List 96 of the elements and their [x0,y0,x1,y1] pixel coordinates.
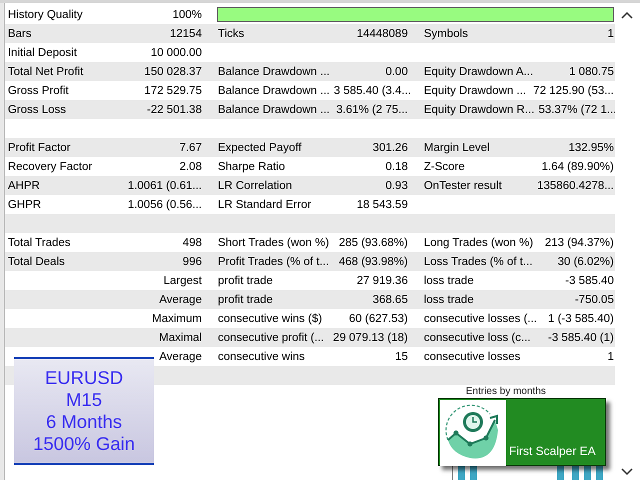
stat-value: 1 [607,350,614,362]
promo-text: M15 [66,389,102,411]
stat-value: 10 000.00 [150,46,202,58]
stat-value: 0.18 [385,160,408,172]
stat-label: consecutive loss (c... [424,332,531,344]
stat-value: -22 501.38 [146,104,202,116]
stat-label: GHPR [8,198,42,210]
stat-label: Ticks [218,28,244,40]
stat-value: 100% [172,8,202,20]
stat-label: profit trade [218,274,273,286]
stat-label: Sharpe Ratio [218,160,285,172]
stat-value: 132.95% [568,142,614,154]
stat-value: 135860.4278... [537,180,614,192]
stat-value: 0.93 [385,180,408,192]
stat-label: consecutive losses (... [424,312,537,324]
stat-value: 172 529.75 [144,84,202,96]
stat-label: Expected Payoff [218,142,302,154]
row-heading: Maximum [152,312,202,324]
stat-value: -3 585.40 [565,274,614,286]
stat-label: Symbols [424,28,468,40]
row-heading: Average [159,294,202,306]
stat-value: 14448089 [356,28,408,40]
stat-value: 498 [182,236,202,248]
stat-value: 2.08 [179,160,202,172]
stat-value: 27 919.36 [356,274,408,286]
stat-value: 1 080.75 [569,66,614,78]
stat-value: -3 585.40 (1) [548,332,614,344]
stat-label: Recovery Factor [8,160,92,172]
stat-value: 1 (-3 585.40) [548,312,614,324]
logo-icon [440,400,506,466]
stat-label: Short Trades (won %) [218,236,330,248]
stat-label: loss trade [424,274,474,286]
scroll-down-icon[interactable] [621,468,634,476]
stat-label: History Quality [8,8,83,20]
stat-label: Bars [8,28,32,40]
stat-label: LR Correlation [218,180,292,192]
stat-value: 285 (93.68%) [338,236,408,248]
stat-label: Balance Drawdown ... [218,84,330,96]
promo-text: 1500% Gain [33,433,135,455]
stat-value: 1.64 (89.90%) [542,160,614,172]
stat-label: Long Trades (won %) [424,236,534,248]
row-heading: Average [159,350,202,362]
stat-value: 3 585.40 (3.4... [334,84,412,96]
stat-label: Total Trades [8,236,71,248]
stat-label: AHPR [8,180,40,192]
stat-label: Equity Drawdown ... [424,84,526,96]
promo-text: 6 Months [46,411,122,433]
stat-label: Equity Drawdown A... [424,66,534,78]
stat-label: Initial Deposit [8,46,77,58]
stat-value: 60 (627.53) [349,312,408,324]
stat-label: Total Net Profit [8,66,84,78]
stat-label: Profit Factor [8,142,70,154]
stat-value: 368.65 [372,294,408,306]
stat-value: 7.67 [179,142,202,154]
stat-label: LR Standard Error [218,198,312,210]
stat-label: loss trade [424,294,474,306]
stat-label: Balance Drawdown ... [218,66,330,78]
stat-value: 150 028.37 [144,66,202,78]
stat-label: Gross Profit [8,84,69,96]
promo-text: EURUSD [44,367,124,389]
stat-value: 1.0056 (0.56... [128,198,202,210]
stat-value: 996 [182,256,202,268]
banner-title: First Scalper EA [509,444,596,460]
stat-label: consecutive profit (... [218,332,324,344]
stat-label: Equity Drawdown R... [424,104,534,116]
stat-label: profit trade [218,294,273,306]
stat-label: Balance Drawdown ... [218,104,330,116]
stat-value: 1 [607,28,614,40]
stat-value: 301.26 [372,142,408,154]
stat-value: 213 (94.37%) [544,236,614,248]
row-heading: Largest [164,274,202,286]
stat-label: consecutive losses [424,350,520,362]
stat-value: 3.61% (2 75... [336,104,408,116]
stat-value: 0.00 [385,66,408,78]
scroll-up-icon[interactable] [621,11,634,19]
stat-value: 29 079.13 (18) [333,332,408,344]
stat-value: 468 (93.98%) [338,256,408,268]
stat-label: OnTester result [424,180,502,192]
chart-title: Entries by months [466,386,546,397]
stat-label: Total Deals [8,256,65,268]
stat-value: 72 125.90 (53... [533,84,614,96]
row-heading: Maximal [159,332,202,344]
stat-label: Margin Level [424,142,490,154]
stat-value: 18 543.59 [356,198,408,210]
stat-label: Loss Trades (% of t... [424,256,533,268]
stat-value: 12154 [170,28,202,40]
stat-label: consecutive wins [218,350,305,362]
stat-value: 1.0061 (0.61... [128,180,202,192]
stat-value: -750.05 [574,294,614,306]
stat-label: Z-Score [424,160,465,172]
stat-value: 30 (6.02%) [558,256,614,268]
stat-value: 53.37% (72 1... [538,104,616,116]
stat-value: 15 [395,350,408,362]
stat-label: Profit Trades (% of t... [218,256,330,268]
stat-label: consecutive wins ($) [218,312,322,324]
stat-label: Gross Loss [8,104,66,116]
